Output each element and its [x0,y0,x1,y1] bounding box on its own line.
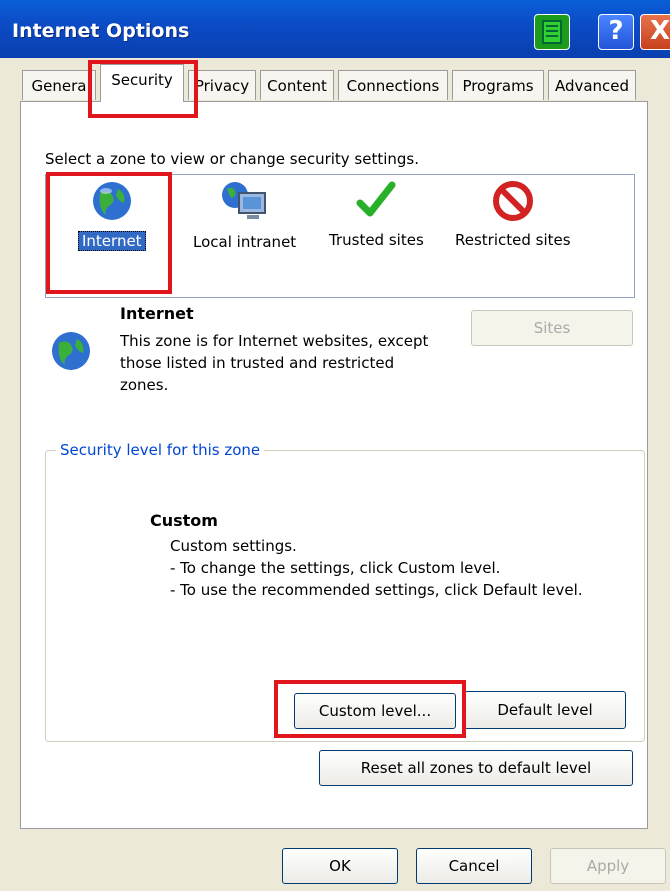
tab-content[interactable]: Content [260,70,334,100]
close-button[interactable]: X [640,14,670,50]
checkmark-icon [356,181,396,217]
tab-connections[interactable]: Connections [338,70,448,100]
apply-button[interactable]: Apply [550,848,666,884]
title-bar: Internet Options ? X [0,0,670,58]
default-level-button[interactable]: Default level [464,691,626,729]
zone-local-intranet[interactable]: Local intranet [190,179,299,251]
level-description: Custom settings. - To change the setting… [170,537,583,599]
tab-general[interactable]: Genera [22,70,96,100]
cancel-button[interactable]: Cancel [416,848,532,884]
zone-internet[interactable]: Internet [78,179,146,251]
zone-restricted-sites[interactable]: Restricted sites [452,179,574,249]
zone-name: Internet [120,304,194,323]
zone-label: Trusted sites [329,231,424,249]
zone-caption: Select a zone to view or change security… [45,150,420,168]
reset-all-zones-button[interactable]: Reset all zones to default level [319,750,633,786]
custom-level-button[interactable]: Custom level... [294,693,456,729]
zone-label: Internet [78,231,146,251]
sites-button[interactable]: Sites [471,310,633,346]
security-panel: Select a zone to view or change security… [20,101,648,829]
zone-label: Restricted sites [455,231,571,249]
level-title: Custom [150,511,218,530]
tab-privacy[interactable]: Privacy [188,70,256,100]
help-button[interactable]: ? [598,14,634,50]
zone-label: Local intranet [193,233,297,251]
zone-description: This zone is for Internet websites, exce… [120,332,429,394]
document-icon [542,20,562,44]
zone-list: Internet Local intranet Trusted sites Re… [45,174,635,298]
tab-advanced[interactable]: Advanced [548,70,636,100]
security-level-legend: Security level for this zone [56,441,265,459]
tab-security[interactable]: Security [100,64,184,102]
globe-icon [92,182,131,220]
restricted-icon [492,181,533,221]
zone-trusted-sites[interactable]: Trusted sites [326,179,427,249]
app-extension-icon[interactable] [534,14,570,50]
security-level-group: Security level for this zone Custom Cust… [45,441,645,742]
local-intranet-icon [221,182,266,219]
globe-icon [52,332,90,370]
ok-button[interactable]: OK [282,848,398,884]
window-title: Internet Options [12,20,190,42]
tab-programs[interactable]: Programs [452,70,544,100]
